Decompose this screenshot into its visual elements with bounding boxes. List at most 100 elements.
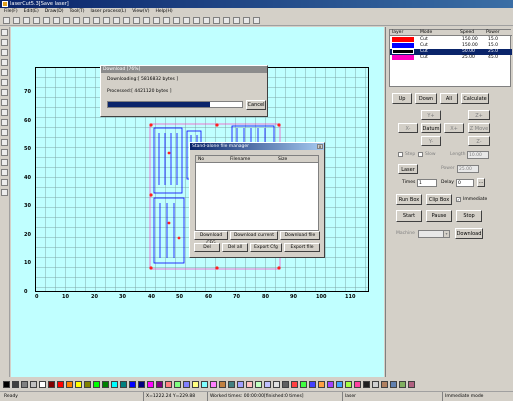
immediate-checkbox[interactable]: ✓ — [456, 197, 461, 202]
length-field[interactable]: 10.00 — [467, 151, 489, 159]
palette-swatch[interactable] — [309, 380, 316, 388]
palette-swatch[interactable] — [390, 380, 397, 388]
times-field[interactable]: 1 — [417, 179, 437, 187]
simulate-icon[interactable] — [243, 16, 250, 24]
owl-icon[interactable] — [253, 16, 260, 24]
palette-swatch[interactable] — [156, 380, 163, 388]
all-button[interactable]: All — [440, 93, 458, 104]
delete-button[interactable]: Del — [194, 243, 220, 252]
down-button[interactable]: Down — [415, 93, 437, 104]
zoom-fit-icon[interactable] — [123, 16, 130, 24]
redo-icon[interactable] — [63, 16, 70, 24]
palette-swatch[interactable] — [48, 380, 55, 388]
join-icon[interactable] — [213, 16, 220, 24]
menu-laser-process[interactable]: laser process(L) — [90, 8, 126, 15]
rotate-icon[interactable] — [163, 16, 170, 24]
jog-x-minus-button[interactable]: X- — [398, 123, 418, 133]
export-cfg-button[interactable]: Export Cfg — [250, 243, 282, 252]
palette-swatch[interactable] — [237, 380, 244, 388]
palette-swatch[interactable] — [273, 380, 280, 388]
align-right-icon[interactable] — [1, 129, 8, 136]
menu-draw[interactable]: Draw(D) — [45, 8, 64, 15]
machine-select[interactable]: ▾ — [418, 230, 450, 238]
copy-icon[interactable] — [83, 16, 90, 24]
point-icon[interactable] — [1, 99, 8, 106]
column-no[interactable]: No — [198, 156, 204, 163]
menu-view[interactable]: View(V) — [132, 8, 149, 15]
align-left-icon[interactable] — [1, 119, 8, 126]
close-icon[interactable]: x — [317, 144, 323, 149]
file-list[interactable]: No Filename Size — [195, 155, 319, 231]
palette-swatch[interactable] — [138, 380, 145, 388]
delay-field[interactable]: 0 — [456, 179, 474, 187]
slow-checkbox[interactable] — [418, 152, 423, 157]
palette-swatch[interactable] — [318, 380, 325, 388]
rectangle-icon[interactable] — [1, 49, 8, 56]
layer-table[interactable]: layer Mode Speed Power Cut 150.00 15.0 C… — [389, 29, 512, 87]
pause-button[interactable]: Pause — [426, 210, 452, 222]
palette-swatch[interactable] — [3, 380, 10, 388]
run-box-button[interactable]: Run Box — [396, 194, 422, 205]
palette-swatch[interactable] — [39, 380, 46, 388]
cut-icon[interactable] — [73, 16, 80, 24]
layer-row[interactable]: Cut 25.00 45.0 — [390, 55, 512, 61]
download-cfg-button[interactable]: Download CFG — [194, 231, 228, 246]
palette-swatch[interactable] — [363, 380, 370, 388]
calculate-button[interactable]: Calculate — [461, 93, 489, 104]
zoom-in-icon[interactable] — [103, 16, 110, 24]
same-size-icon[interactable] — [1, 189, 8, 196]
palette-swatch[interactable] — [75, 380, 82, 388]
center-icon[interactable] — [1, 159, 8, 166]
palette-swatch[interactable] — [282, 380, 289, 388]
column-filename[interactable]: Filename — [230, 156, 250, 163]
menu-help[interactable]: Help(H) — [155, 8, 172, 15]
palette-swatch[interactable] — [57, 380, 64, 388]
text-icon[interactable] — [1, 89, 8, 96]
z-move-button[interactable]: Z Move — [468, 123, 490, 133]
palette-swatch[interactable] — [147, 380, 154, 388]
jog-y-minus-button[interactable]: Y- — [421, 136, 441, 146]
arc-icon[interactable] — [1, 79, 8, 86]
palette-swatch[interactable] — [399, 380, 406, 388]
up-button[interactable]: Up — [392, 93, 412, 104]
power-field[interactable]: 25.00 — [457, 165, 479, 173]
palette-swatch[interactable] — [111, 380, 118, 388]
select-icon[interactable] — [143, 16, 150, 24]
palette-swatch[interactable] — [66, 380, 73, 388]
export-file-button[interactable]: Export file — [284, 243, 320, 252]
menu-tool[interactable]: Tool(T) — [69, 8, 84, 15]
palette-swatch[interactable] — [183, 380, 190, 388]
download-current-button[interactable]: Download current — [230, 231, 278, 240]
undo-icon[interactable] — [53, 16, 60, 24]
save-icon[interactable] — [23, 16, 30, 24]
start-button[interactable]: Start — [396, 210, 422, 222]
palette-swatch[interactable] — [327, 380, 334, 388]
palette-swatch[interactable] — [408, 380, 415, 388]
palette-swatch[interactable] — [246, 380, 253, 388]
laser-button[interactable]: Laser — [398, 164, 418, 174]
step-checkbox[interactable] — [398, 152, 403, 157]
menu-edit[interactable]: Edit(E) — [24, 8, 39, 15]
import-icon[interactable] — [33, 16, 40, 24]
node-edit-icon[interactable] — [1, 109, 8, 116]
palette-swatch[interactable] — [93, 380, 100, 388]
cancel-button[interactable]: Cancel — [246, 100, 266, 110]
palette-swatch[interactable] — [255, 380, 262, 388]
palette-swatch[interactable] — [345, 380, 352, 388]
same-width-icon[interactable] — [1, 169, 8, 176]
palette-swatch[interactable] — [354, 380, 361, 388]
same-height-icon[interactable] — [1, 179, 8, 186]
palette-swatch[interactable] — [30, 380, 37, 388]
export-icon[interactable] — [43, 16, 50, 24]
palette-swatch[interactable] — [201, 380, 208, 388]
zoom-out-icon[interactable] — [113, 16, 120, 24]
align-bottom-icon[interactable] — [1, 149, 8, 156]
palette-swatch[interactable] — [381, 380, 388, 388]
new-icon[interactable] — [3, 16, 10, 24]
jog-z-minus-button[interactable]: Z- — [468, 136, 490, 146]
open-icon[interactable] — [13, 16, 20, 24]
cut-line-icon[interactable] — [223, 16, 230, 24]
palette-swatch[interactable] — [102, 380, 109, 388]
clip-box-button[interactable]: Clip Box — [426, 194, 452, 205]
node-icon[interactable] — [233, 16, 240, 24]
